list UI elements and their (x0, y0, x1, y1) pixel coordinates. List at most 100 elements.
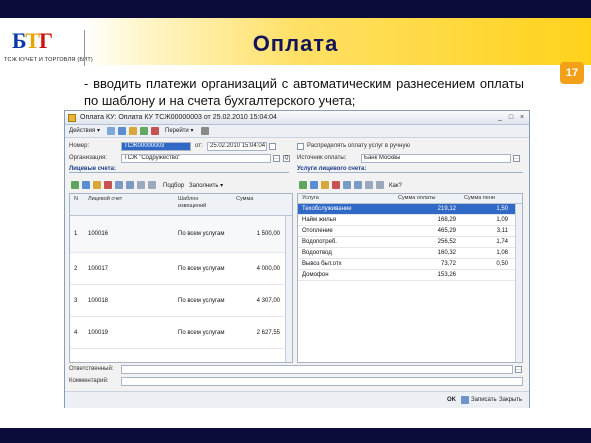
logo-caption: ТСЖ КУЧЕТ И ТОРГОВЛЯ (БИТ) (4, 57, 93, 63)
table-row[interactable]: 1 100016 По всем услугам 1 500,00 (70, 216, 292, 253)
organization-select-icon[interactable]: … (273, 155, 280, 162)
unpost-icon[interactable] (151, 127, 159, 135)
document-icon (68, 114, 76, 122)
row-template: По всем услугам (178, 266, 225, 272)
table-row[interactable]: 2 100017 По всем услугам 4 000,00 (70, 253, 292, 285)
save-button[interactable]: Записать (471, 395, 497, 405)
row-service: Техобслуживание (302, 206, 352, 212)
row-n: 4 (74, 330, 78, 336)
col-payment[interactable]: Сумма оплаты (398, 195, 435, 202)
services-table-header: Услуга Сумма оплаты Сумма пени (298, 194, 522, 204)
right-move-down-icon[interactable] (354, 181, 362, 189)
accounts-section-title: Лицевые счета: (69, 166, 289, 173)
right-sort-desc-icon[interactable] (376, 181, 384, 189)
date-field[interactable]: 25.02.2010 15:04:04 (207, 142, 267, 151)
minimize-icon[interactable]: _ (495, 113, 505, 122)
right-add-row-icon[interactable] (299, 181, 307, 189)
pick-button[interactable]: Подбор (163, 182, 184, 191)
row-template: По всем услугам (178, 298, 225, 304)
row-service: Вывоз быт.отх (302, 261, 342, 267)
row-n: 1 (74, 231, 78, 237)
right-move-up-icon[interactable] (343, 181, 351, 189)
table-row[interactable]: 3 100018 По всем услугам 4 307,00 (70, 285, 292, 317)
left-move-up-icon[interactable] (115, 181, 123, 189)
row-sum: 1 500,00 (256, 231, 280, 237)
row-penalty: 0,50 (496, 261, 508, 267)
actions-menu[interactable]: Действия ▾ (69, 127, 100, 136)
left-move-down-icon[interactable] (126, 181, 134, 189)
left-sort-desc-icon[interactable] (148, 181, 156, 189)
row-payment: 465,29 (437, 228, 456, 234)
right-delete-row-icon[interactable] (332, 181, 340, 189)
add-icon[interactable] (107, 127, 115, 135)
post-icon[interactable] (140, 127, 148, 135)
close-button[interactable]: Закрыть (499, 395, 522, 405)
comment-field[interactable] (121, 377, 523, 386)
top-dark-bar (0, 0, 591, 18)
responsible-field[interactable] (121, 365, 513, 374)
table-row[interactable]: Отопление 465,29 3,11 (298, 226, 522, 237)
window-button-bar: OK Записать Закрыть (65, 391, 529, 408)
row-payment: 168,29 (437, 217, 456, 223)
left-delete-row-icon[interactable] (104, 181, 112, 189)
col-service[interactable]: Услуга (302, 195, 319, 202)
row-sum: 4 000,00 (256, 266, 280, 272)
maximize-icon[interactable]: □ (506, 113, 516, 122)
row-account: 100018 (88, 298, 109, 304)
table-row[interactable]: Найм жилья 168,29 1,09 (298, 215, 522, 226)
row-payment: 219,12 (437, 206, 456, 212)
table-row[interactable]: Водоотвод 160,32 1,08 (298, 248, 522, 259)
window-title-bar: Оплата КУ: Оплата КУ ТСЖ00000003 от 25.0… (65, 111, 529, 125)
copy-icon[interactable] (118, 127, 126, 135)
table-row[interactable]: Домофон 153,26 (298, 270, 522, 281)
row-penalty: 1,74 (496, 239, 508, 245)
payment-source-field[interactable]: Банк Москвы (361, 154, 511, 163)
accounts-table-header: N Лицевой счет Шаблон извещений Сумма (70, 194, 292, 216)
table-row[interactable]: Вывоз быт.отх 73,72 0,50 (298, 259, 522, 270)
how-button[interactable]: Как? (389, 182, 402, 191)
go-menu[interactable]: Перейти ▾ (165, 127, 193, 136)
table-row[interactable]: Техобслуживание 219,12 1,50 (298, 204, 522, 215)
accounts-scrollbar[interactable] (285, 216, 292, 362)
services-scrollbar[interactable] (515, 204, 522, 362)
calendar-icon[interactable] (269, 143, 276, 150)
help-icon[interactable] (201, 127, 209, 135)
row-payment: 73,72 (440, 261, 456, 267)
row-payment: 153,26 (437, 272, 456, 278)
left-add-row-icon[interactable] (71, 181, 79, 189)
distribute-manual-label: Распределять оплату услуг в ручную (307, 143, 410, 149)
right-sort-asc-icon[interactable] (365, 181, 373, 189)
col-template[interactable]: Шаблон извещений (178, 196, 218, 210)
table-row[interactable]: Водопотреб. 256,52 1,74 (298, 237, 522, 248)
left-edit-row-icon[interactable] (93, 181, 101, 189)
row-template: По всем услугам (178, 330, 225, 336)
left-copy-row-icon[interactable] (82, 181, 90, 189)
right-edit-row-icon[interactable] (321, 181, 329, 189)
row-service: Домофон (302, 272, 329, 278)
row-penalty: 1,08 (496, 250, 508, 256)
distribute-manual-checkbox[interactable] (297, 143, 304, 150)
row-payment: 256,52 (437, 239, 456, 245)
date-label: от: (195, 143, 203, 149)
table-row[interactable]: 4 100019 По всем услугам 2 627,55 (70, 317, 292, 349)
row-n: 3 (74, 298, 78, 304)
close-icon[interactable]: × (517, 113, 527, 122)
row-sum: 2 627,55 (256, 330, 280, 336)
accounts-table: N Лицевой счет Шаблон извещений Сумма 1 … (69, 193, 293, 363)
number-field[interactable]: ТСЖ00000003 (121, 142, 191, 151)
responsible-select-icon[interactable]: … (515, 366, 522, 373)
ok-button[interactable]: OK (447, 395, 456, 405)
col-sum[interactable]: Сумма (236, 196, 253, 203)
edit-icon[interactable] (129, 127, 137, 135)
left-sort-asc-icon[interactable] (137, 181, 145, 189)
organization-open-icon[interactable]: Q (283, 155, 290, 162)
col-account[interactable]: Лицевой счет (88, 196, 122, 203)
col-n[interactable]: N (74, 196, 78, 203)
organization-field[interactable]: ТСЖ "Содружество" (121, 154, 271, 163)
payment-source-select-icon[interactable]: … (513, 155, 520, 162)
payment-document-window: Оплата КУ: Оплата КУ ТСЖ00000003 от 25.0… (64, 110, 530, 408)
row-penalty: 1,50 (496, 206, 508, 212)
col-penalty[interactable]: Сумма пени (464, 195, 495, 202)
fill-menu[interactable]: Заполнить ▾ (189, 182, 223, 191)
right-copy-row-icon[interactable] (310, 181, 318, 189)
